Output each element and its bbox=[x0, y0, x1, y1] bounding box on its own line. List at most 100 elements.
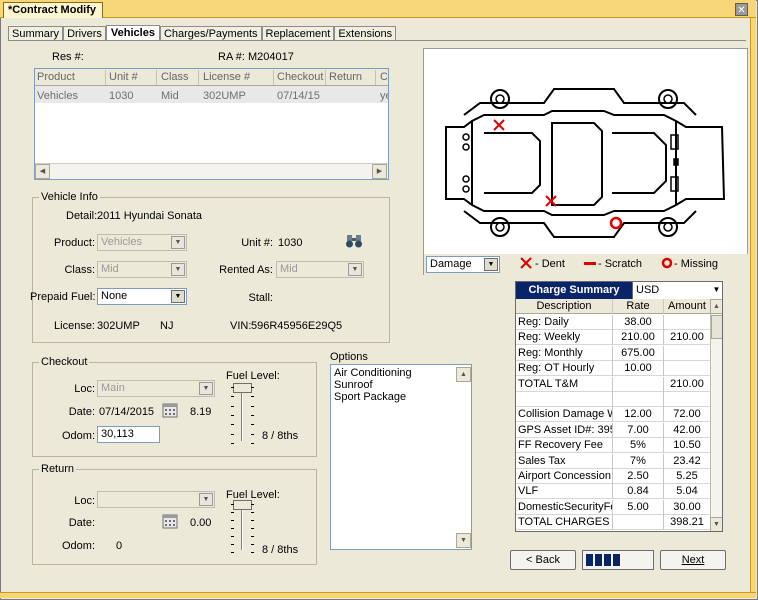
cell-amount: 72.00 bbox=[673, 408, 701, 421]
detail-label: Detail: bbox=[66, 210, 98, 222]
tab-extensions[interactable]: Extensions bbox=[334, 26, 397, 41]
table-row[interactable]: Airport Concession 2.50 5.25 bbox=[516, 469, 710, 484]
fuel-tick bbox=[231, 504, 234, 505]
cell-description: Reg: Daily bbox=[518, 316, 569, 328]
tab-replacement[interactable]: Replacement bbox=[261, 26, 335, 41]
checkout-odom-input[interactable]: 30,113 bbox=[97, 426, 160, 443]
list-item[interactable]: Air Conditioning bbox=[334, 367, 412, 379]
detail-value: 2011 Hyundai Sonata bbox=[97, 210, 202, 222]
fuel-tick bbox=[251, 443, 254, 444]
product-select[interactable]: Vehicles ▼ bbox=[97, 234, 187, 251]
tab-charges-payments[interactable]: Charges/Payments bbox=[159, 26, 262, 41]
charge-summary-rows: Description Rate Amount Reg: Daily 38.00 R… bbox=[516, 299, 710, 531]
cell-rate: 7% bbox=[630, 454, 646, 467]
column-header-unit[interactable]: Unit # bbox=[109, 71, 138, 83]
table-row[interactable]: GPS Asset ID#: 3959 7.00 42.00 bbox=[516, 422, 710, 438]
tab-drivers[interactable]: Drivers bbox=[63, 26, 106, 41]
scroll-right-icon[interactable]: ▶ bbox=[372, 164, 387, 179]
cell-amount: 30.00 bbox=[673, 500, 701, 513]
fuel-slider-thumb[interactable] bbox=[233, 500, 252, 510]
fuel-slider-thumb[interactable] bbox=[233, 383, 252, 393]
list-item[interactable]: Sunroof bbox=[334, 379, 373, 391]
vehicle-damage-diagram[interactable] bbox=[423, 48, 748, 275]
rented-as-select[interactable]: Mid ▼ bbox=[276, 261, 364, 278]
scroll-left-icon[interactable]: ◀ bbox=[35, 164, 50, 179]
column-header-class[interactable]: Class bbox=[161, 71, 189, 83]
table-row[interactable]: Sales Tax 7% 23.42 bbox=[516, 453, 710, 469]
charge-summary-vscrollbar[interactable]: ▲ ▼ bbox=[710, 299, 722, 531]
cell-product: Vehicles bbox=[37, 90, 78, 102]
cell-description: DomesticSecurityFee bbox=[518, 500, 612, 513]
vehicle-list-hscrollbar[interactable]: ◀ ▶ bbox=[35, 163, 388, 179]
damage-type-select[interactable]: Damage ▼ bbox=[426, 256, 500, 273]
table-row[interactable]: Collision Damage Wa 12.00 72.00 bbox=[516, 407, 710, 423]
cell-description: Reg: Weekly bbox=[518, 331, 581, 344]
column-header-license[interactable]: License # bbox=[203, 71, 250, 83]
unit-label: Unit #: bbox=[241, 237, 273, 249]
dent-icon bbox=[520, 257, 532, 269]
dent-legend: - Dent bbox=[535, 258, 565, 270]
damage-legend-bar: Damage ▼ - Dent - Scratch - Missing bbox=[424, 254, 748, 276]
prepaid-fuel-select[interactable]: None ▼ bbox=[97, 288, 187, 305]
scroll-down-icon[interactable]: ▼ bbox=[456, 533, 471, 548]
options-list[interactable]: Air Conditioning Sunroof Sport Package ▲… bbox=[330, 364, 472, 550]
cell-rate: 0.84 bbox=[627, 485, 649, 498]
next-button[interactable]: Next bbox=[660, 550, 726, 570]
fuel-tick bbox=[251, 528, 254, 529]
cell-rate: 675.00 bbox=[621, 346, 655, 359]
table-row[interactable]: Reg: Monthly 675.00 bbox=[516, 345, 710, 361]
table-row[interactable]: TOTAL T&M 210.00 bbox=[516, 376, 710, 392]
table-row[interactable]: Vehicles 1030 Mid 302UMP 07/14/15 ye bbox=[35, 86, 388, 103]
cell-amount: 210.00 bbox=[670, 331, 704, 344]
chevron-down-icon: ▼ bbox=[199, 382, 213, 395]
tab-vehicles[interactable]: Vehicles bbox=[105, 25, 160, 41]
table-row[interactable]: TOTAL CHARGES 398.21 bbox=[516, 515, 710, 531]
fuel-tick bbox=[251, 536, 254, 537]
scroll-thumb[interactable] bbox=[711, 315, 722, 339]
license-state: NJ bbox=[160, 320, 174, 332]
tab-summary[interactable]: Summary bbox=[8, 26, 64, 41]
class-select[interactable]: Mid ▼ bbox=[97, 261, 187, 278]
charge-summary-grid[interactable]: Charge Summary USD ▼ Description Rate Am… bbox=[515, 281, 723, 532]
calendar-icon[interactable] bbox=[162, 513, 178, 529]
cell-class: Mid bbox=[161, 90, 179, 102]
table-row[interactable]: Reg: Daily 38.00 bbox=[516, 315, 710, 330]
return-loc-select[interactable]: ▼ bbox=[97, 491, 215, 508]
cell-c: ye bbox=[380, 90, 388, 102]
vehicle-list[interactable]: Product Unit # Class License # Checkout … bbox=[34, 68, 389, 180]
currency-select[interactable]: USD ▼ bbox=[632, 282, 722, 299]
return-fuel-slider[interactable] bbox=[227, 500, 257, 570]
scroll-up-icon[interactable]: ▲ bbox=[456, 367, 471, 382]
table-row[interactable] bbox=[516, 392, 710, 407]
scroll-down-icon[interactable]: ▼ bbox=[710, 517, 722, 531]
table-row[interactable]: FF Recovery Fee 5% 10.50 bbox=[516, 438, 710, 454]
checkout-time-value: 8.19 bbox=[190, 406, 212, 418]
column-header-c[interactable]: C bbox=[380, 71, 388, 83]
tab-panel-border bbox=[8, 40, 746, 41]
cell-rate bbox=[613, 516, 663, 530]
table-row[interactable]: DomesticSecurityFee 5.00 30.00 bbox=[516, 499, 710, 515]
cell-description: Collision Damage Wa bbox=[518, 408, 612, 421]
checkout-loc-select[interactable]: Main ▼ bbox=[97, 380, 215, 397]
chevron-down-icon: ▼ bbox=[484, 258, 498, 271]
calendar-icon[interactable] bbox=[162, 402, 178, 418]
title-bar bbox=[0, 0, 756, 18]
checkout-fuel-slider[interactable] bbox=[227, 383, 257, 453]
cell-amount bbox=[664, 316, 710, 330]
back-button[interactable]: < Back bbox=[510, 550, 576, 570]
checkout-date-value: 07/14/2015 bbox=[99, 406, 155, 418]
tab-strip: Summary Drivers Vehicles Charges/Payment… bbox=[8, 25, 397, 41]
cell-rate bbox=[613, 378, 663, 392]
table-row[interactable]: Reg: OT Hourly 10.00 bbox=[516, 361, 710, 377]
close-icon[interactable]: ✕ bbox=[735, 3, 748, 16]
table-row[interactable]: Reg: Weekly 210.00 210.00 bbox=[516, 330, 710, 346]
binoculars-icon[interactable] bbox=[345, 233, 363, 249]
column-header-checkout[interactable]: Checkout bbox=[277, 71, 323, 83]
scroll-up-icon[interactable]: ▲ bbox=[710, 299, 722, 314]
cell-rate: 5% bbox=[630, 439, 646, 452]
cell-amount: 5.25 bbox=[676, 470, 698, 482]
column-header-return[interactable]: Return bbox=[329, 71, 362, 83]
list-item[interactable]: Sport Package bbox=[334, 391, 406, 403]
table-row[interactable]: VLF 0.84 5.04 bbox=[516, 484, 710, 500]
column-header-product[interactable]: Product bbox=[37, 71, 75, 83]
